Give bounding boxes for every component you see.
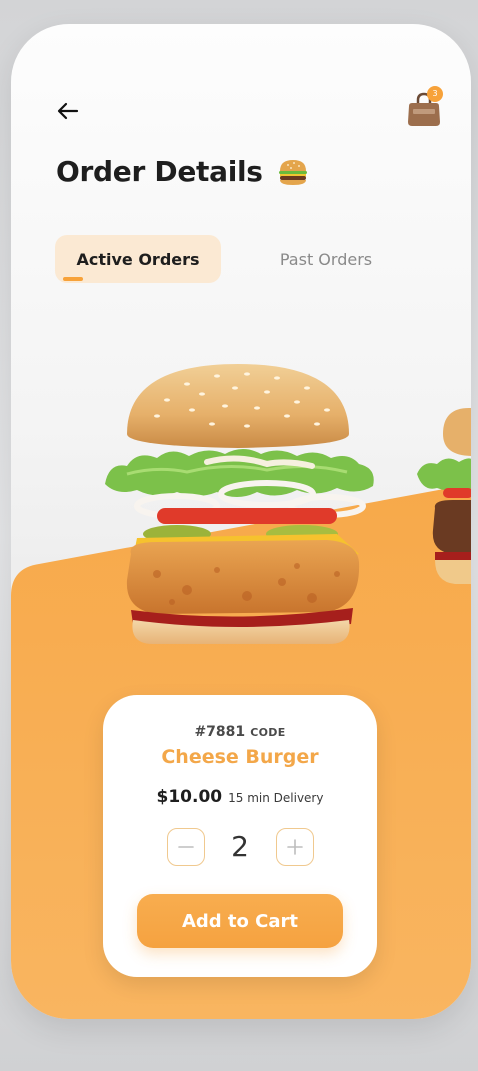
plus-icon [287, 839, 303, 855]
minus-icon [178, 846, 194, 848]
tab-past-orders-label: Past Orders [279, 249, 373, 269]
page-title-text: Order Details [56, 155, 263, 188]
order-card: #7881 CODE Cheese Burger $10.00 15 min D… [103, 695, 377, 977]
product-name: Cheese Burger [161, 746, 319, 768]
phone-frame: 3 Order Details Active Orders Past Order… [11, 24, 471, 1019]
cart-count-badge: 3 [427, 86, 443, 102]
cart-bag-button[interactable]: 3 [405, 86, 445, 130]
page-title: Order Details [56, 155, 309, 188]
quantity-decrease-button[interactable] [167, 828, 205, 866]
arrow-left-icon [57, 102, 79, 120]
next-burger-peek-image [417, 408, 471, 584]
add-to-cart-button[interactable]: Add to Cart [137, 894, 343, 948]
tab-active-orders-label: Active Orders [76, 249, 200, 269]
hamburger-emoji-icon [278, 159, 307, 185]
quantity-value: 2 [231, 830, 249, 863]
quantity-increase-button[interactable] [276, 828, 314, 866]
price-line: $10.00 15 min Delivery [103, 787, 377, 807]
tab-past-orders[interactable]: Past Orders [253, 235, 399, 283]
back-button[interactable] [53, 96, 83, 126]
cheese-burger-image [105, 364, 374, 644]
tab-active-orders[interactable]: Active Orders [55, 235, 221, 283]
product-code-number: #7881 [194, 724, 246, 740]
product-price: $10.00 [156, 787, 223, 807]
product-code: #7881 CODE [103, 721, 377, 740]
delivery-time: 15 min Delivery [228, 791, 324, 805]
product-code-label: CODE [250, 726, 286, 739]
tab-active-indicator [63, 277, 83, 281]
